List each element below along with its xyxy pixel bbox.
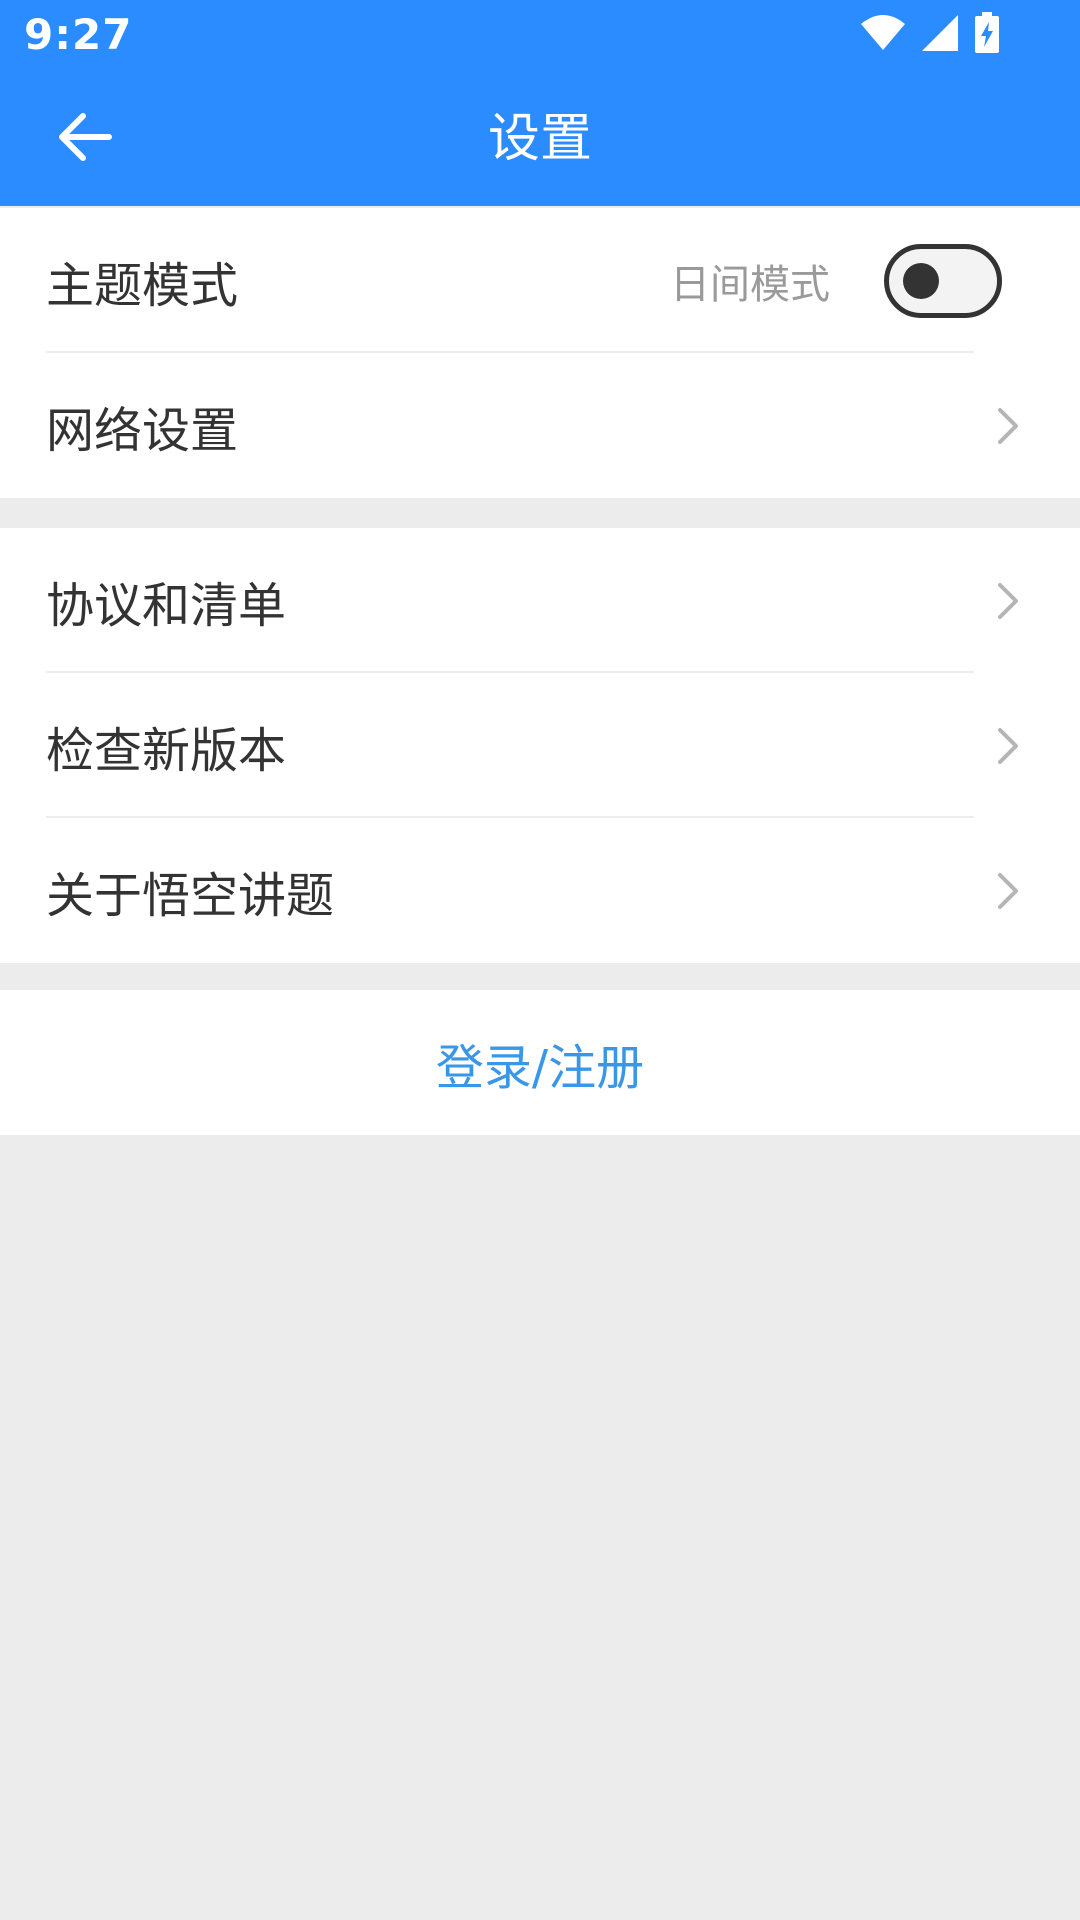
- check-update-row[interactable]: 检查新版本: [0, 673, 1080, 818]
- chevron-right-icon: [998, 872, 1018, 909]
- app-bar: 设置: [0, 72, 1080, 206]
- about-label: 关于悟空讲题: [46, 867, 335, 924]
- theme-mode-label: 主题模式: [46, 257, 239, 314]
- chevron-right-icon: [998, 582, 1018, 619]
- settings-group-1: 主题模式 日间模式 网络设置: [0, 208, 1080, 498]
- toggle-knob: [903, 262, 939, 299]
- battery-charging-icon: [974, 12, 1000, 54]
- login-register-label: 登录/注册: [435, 1039, 645, 1096]
- about-row[interactable]: 关于悟空讲题: [0, 818, 1080, 963]
- page-title: 设置: [487, 109, 592, 169]
- chevron-right-icon: [998, 407, 1018, 444]
- login-register-button[interactable]: 登录/注册: [0, 990, 1080, 1135]
- top-bar: 9:27 设置: [0, 0, 1080, 206]
- status-bar: 9:27: [0, 0, 1080, 72]
- theme-mode-value: 日间模式: [670, 261, 830, 308]
- signal-icon: [920, 13, 960, 53]
- check-update-label: 检查新版本: [46, 722, 287, 779]
- theme-mode-row: 主题模式 日间模式: [0, 208, 1080, 353]
- settings-group-2: 协议和清单 检查新版本 关于悟空讲题: [0, 528, 1080, 963]
- agreements-label: 协议和清单: [46, 577, 287, 634]
- network-settings-row[interactable]: 网络设置: [0, 353, 1080, 498]
- theme-mode-toggle[interactable]: [884, 243, 1002, 318]
- chevron-right-icon: [998, 727, 1018, 764]
- network-settings-label: 网络设置: [46, 402, 239, 459]
- status-time: 9:27: [24, 10, 133, 59]
- status-icons: [860, 12, 1000, 54]
- agreements-row[interactable]: 协议和清单: [0, 528, 1080, 673]
- wifi-icon: [860, 14, 906, 52]
